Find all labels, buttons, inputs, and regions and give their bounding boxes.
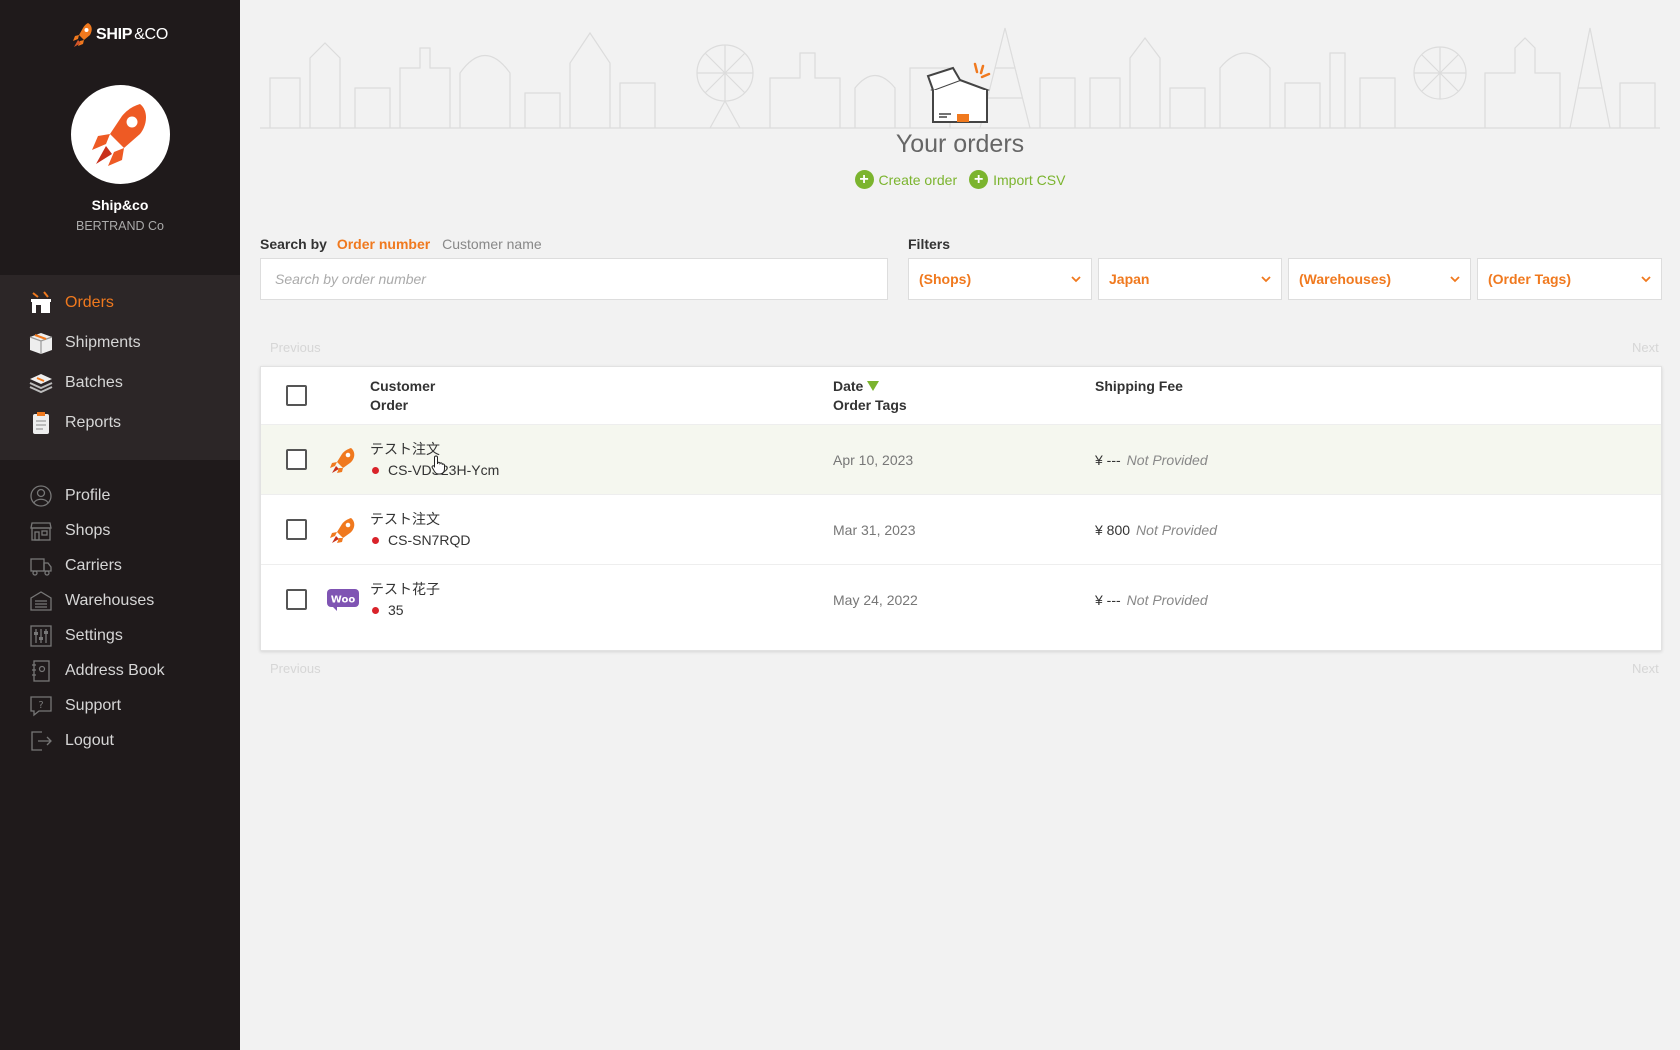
open-box-icon bbox=[926, 62, 991, 123]
order-number[interactable]: CS-SN7RQD bbox=[372, 532, 470, 548]
nav-item-address-book[interactable]: Address Book bbox=[0, 653, 240, 688]
filter-country[interactable]: Japan bbox=[1098, 258, 1282, 300]
shipping-fee: ¥ 800 Not Provided bbox=[1095, 522, 1217, 538]
warehouse-icon bbox=[27, 587, 55, 615]
pager-previous-bottom[interactable]: Previous bbox=[270, 661, 321, 676]
nav-item-settings[interactable]: Settings bbox=[0, 618, 240, 653]
japan-flag-icon bbox=[372, 606, 379, 614]
account-company: BERTRAND Co bbox=[76, 219, 164, 233]
chevron-down-icon bbox=[1450, 276, 1460, 283]
customer-name: テスト花子 bbox=[370, 581, 440, 597]
rocket-logo-icon bbox=[73, 23, 92, 47]
import-csv-button[interactable]: + Import CSV bbox=[969, 170, 1065, 189]
japan-flag-icon bbox=[372, 466, 379, 474]
nav-item-reports[interactable]: Reports bbox=[0, 403, 240, 443]
pager-next-top[interactable]: Next bbox=[1632, 340, 1659, 355]
sidebar: SHIP &CO Ship&co BERTRAND Co Orders Shipm… bbox=[0, 0, 240, 1050]
truck-icon bbox=[27, 552, 55, 580]
search-option-customer-name[interactable]: Customer name bbox=[442, 236, 542, 252]
shipandco-rocket-icon bbox=[327, 514, 359, 546]
header-actions: + Create order + Import CSV bbox=[240, 170, 1680, 189]
nav-item-carriers[interactable]: Carriers bbox=[0, 548, 240, 583]
shipandco-rocket-icon bbox=[327, 444, 359, 476]
brand-logo[interactable]: SHIP &CO bbox=[0, 22, 240, 53]
search-by: Search by Order number Customer name bbox=[260, 236, 542, 252]
help-icon: ? bbox=[27, 692, 55, 720]
pager-previous-top[interactable]: Previous bbox=[270, 340, 321, 355]
col-shipping-fee[interactable]: Shipping Fee bbox=[1095, 377, 1183, 396]
create-order-button[interactable]: + Create order bbox=[854, 170, 957, 189]
shipping-fee: ¥ --- Not Provided bbox=[1095, 592, 1208, 608]
main-nav: Orders Shipments Batches Reports bbox=[0, 275, 240, 460]
svg-text:?: ? bbox=[38, 700, 43, 711]
nav-item-warehouses[interactable]: Warehouses bbox=[0, 583, 240, 618]
nav-item-shops[interactable]: Shops bbox=[0, 513, 240, 548]
account-name: Ship&co bbox=[91, 197, 149, 213]
table-header: Customer Order Date Order Tags Shipping … bbox=[261, 367, 1661, 425]
col-customer-order[interactable]: Customer Order bbox=[370, 377, 435, 415]
customer-name: テスト注文 bbox=[370, 511, 440, 527]
shipping-fee: ¥ --- Not Provided bbox=[1095, 452, 1208, 468]
woocommerce-icon: Woo bbox=[327, 584, 359, 616]
filter-warehouses[interactable]: (Warehouses) bbox=[1288, 258, 1471, 300]
plus-icon: + bbox=[969, 170, 989, 189]
logout-icon bbox=[27, 727, 55, 755]
book-icon bbox=[27, 657, 55, 685]
order-date: Mar 31, 2023 bbox=[833, 522, 916, 538]
pager-next-bottom[interactable]: Next bbox=[1632, 661, 1659, 676]
orders-hero bbox=[240, 60, 1680, 133]
nav-item-logout[interactable]: Logout bbox=[0, 723, 240, 758]
order-date: Apr 10, 2023 bbox=[833, 452, 914, 468]
secondary-nav: Profile Shops Carriers Warehouses Settin… bbox=[0, 478, 240, 758]
table-row[interactable]: テスト注文 CS-VDS23H-Ycm Apr 10, 2023 ¥ ---No… bbox=[261, 424, 1661, 494]
order-number[interactable]: 35 bbox=[372, 602, 404, 618]
sort-desc-icon bbox=[867, 381, 880, 391]
filter-order-tags[interactable]: (Order Tags) bbox=[1477, 258, 1662, 300]
row-checkbox[interactable] bbox=[286, 519, 307, 540]
japan-flag-icon bbox=[372, 536, 379, 544]
order-date: May 24, 2022 bbox=[833, 592, 918, 608]
user-icon bbox=[27, 482, 55, 510]
table-row[interactable]: テスト注文 CS-SN7RQD Mar 31, 2023 ¥ 800 Not Pr… bbox=[261, 494, 1661, 564]
filters-label: Filters bbox=[908, 236, 951, 252]
shop-icon bbox=[27, 517, 55, 545]
plus-icon: + bbox=[854, 170, 874, 189]
stack-icon bbox=[27, 369, 55, 397]
clipboard-icon bbox=[27, 409, 55, 437]
svg-text:Woo: Woo bbox=[331, 595, 356, 606]
search-option-order-number[interactable]: Order number bbox=[337, 236, 430, 252]
col-date-tags[interactable]: Date Order Tags bbox=[833, 377, 907, 415]
orders-table: Customer Order Date Order Tags Shipping … bbox=[260, 366, 1662, 651]
table-row[interactable]: Woo テスト花子 35 May 24, 2022 ¥ --- Not Provi… bbox=[261, 564, 1661, 634]
rocket-avatar-icon bbox=[91, 103, 146, 166]
chevron-down-icon bbox=[1071, 276, 1081, 283]
nav-item-orders[interactable]: Orders bbox=[0, 283, 240, 323]
filter-shops[interactable]: (Shops) bbox=[908, 258, 1092, 300]
chevron-down-icon bbox=[1641, 276, 1651, 283]
nav-item-profile[interactable]: Profile bbox=[0, 478, 240, 513]
nav-item-shipments[interactable]: Shipments bbox=[0, 323, 240, 363]
store-icon bbox=[27, 289, 55, 317]
customer-name: テスト注文 bbox=[370, 441, 440, 457]
nav-item-support[interactable]: ? Support bbox=[0, 688, 240, 723]
sliders-icon bbox=[27, 622, 55, 650]
search-input[interactable] bbox=[260, 258, 888, 300]
hand-cursor-icon bbox=[431, 455, 445, 475]
box-icon bbox=[27, 329, 55, 357]
page-title: Your orders bbox=[895, 130, 1025, 158]
select-all-checkbox[interactable] bbox=[286, 385, 307, 406]
avatar bbox=[71, 85, 170, 184]
row-checkbox[interactable] bbox=[286, 589, 307, 610]
main-content: Your orders + Create order + Import CSV … bbox=[240, 0, 1680, 1050]
nav-item-batches[interactable]: Batches bbox=[0, 363, 240, 403]
chevron-down-icon bbox=[1261, 276, 1271, 283]
row-checkbox[interactable] bbox=[286, 449, 307, 470]
